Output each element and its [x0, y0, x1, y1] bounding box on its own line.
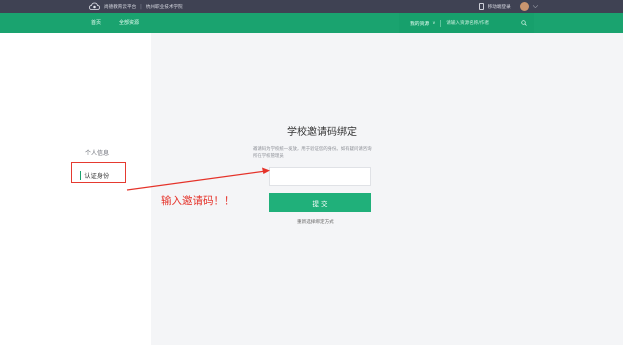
- brand-separator: |: [140, 3, 142, 10]
- search-scope-select[interactable]: 我的资源: [410, 20, 429, 27]
- main-content: [151, 33, 623, 345]
- left-panel: [0, 33, 151, 345]
- rebind-method-link[interactable]: 重新选择绑定方式: [297, 219, 334, 225]
- search-bar: 我的资源 ∨ 请输入资源名称/作者: [399, 13, 534, 33]
- chevron-down-icon[interactable]: ∨: [432, 21, 435, 26]
- invite-code-input[interactable]: [269, 167, 371, 186]
- nav-home[interactable]: 首页: [91, 19, 101, 26]
- search-divider: [440, 19, 442, 27]
- brand[interactable]: 尚德教育云平台 | 杭州职业技术学院: [89, 1, 183, 12]
- top-bar: 尚德教育云平台 | 杭州职业技术学院 移动端登录 ⌵: [0, 0, 623, 13]
- sidebar-item-personal-info[interactable]: 个人信息: [85, 148, 109, 157]
- bind-description: 邀请码为学校统一发放，用于验证您的身份。如有疑问请咨询所在学校管理员: [253, 147, 372, 159]
- brand-name: 尚德教育云平台: [104, 4, 137, 10]
- top-bar-right: 移动端登录 ⌵: [478, 1, 538, 12]
- mobile-phone-icon: [478, 3, 484, 10]
- page-title: 学校邀请码绑定: [287, 127, 357, 138]
- submit-button[interactable]: 提 交: [269, 193, 371, 212]
- nav-all-resources[interactable]: 全部资源: [119, 19, 139, 26]
- annotation-text: 输入邀请码！！: [161, 195, 235, 207]
- school-name: 杭州职业技术学院: [145, 4, 183, 10]
- chevron-down-icon[interactable]: ⌵: [533, 3, 538, 10]
- cloud-logo-icon: [89, 2, 100, 10]
- mobile-login-link[interactable]: 移动端登录: [488, 4, 511, 10]
- search-icon[interactable]: [521, 20, 527, 26]
- avatar[interactable]: [519, 2, 529, 11]
- annotation-highlight-box: [71, 162, 126, 183]
- search-input[interactable]: 请输入资源名称/作者: [446, 20, 521, 26]
